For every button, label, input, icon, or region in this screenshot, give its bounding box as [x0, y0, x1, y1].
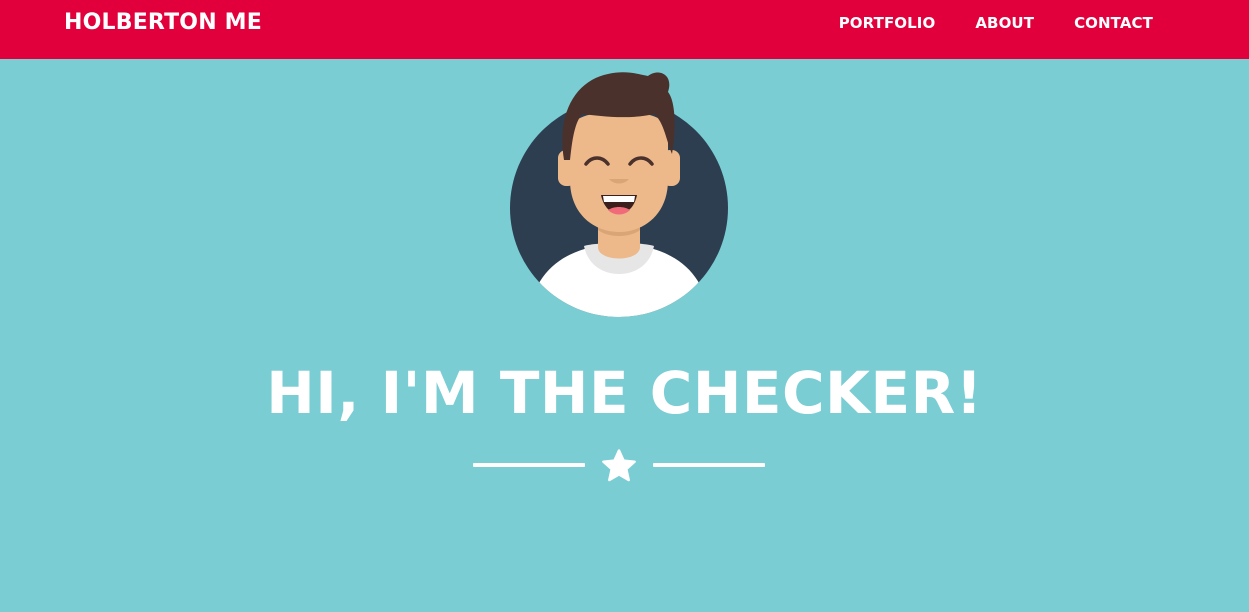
nav-link-about[interactable]: ABOUT [975, 14, 1034, 32]
nav-link-portfolio[interactable]: PORTFOLIO [839, 14, 936, 32]
nav-links: PORTFOLIO ABOUT CONTACT [839, 14, 1153, 32]
navbar: HOLBERTON ME PORTFOLIO ABOUT CONTACT [0, 0, 1249, 59]
brand-link[interactable]: HOLBERTON ME [64, 10, 262, 36]
star-divider [473, 449, 765, 483]
star-icon [602, 449, 636, 482]
nav-link-contact[interactable]: CONTACT [1074, 14, 1153, 32]
divider-line-right [653, 463, 765, 467]
avatar-icon [510, 72, 728, 317]
divider-line-left [473, 463, 585, 467]
hero-title: HI, I'M THE CHECKER! [266, 359, 983, 427]
